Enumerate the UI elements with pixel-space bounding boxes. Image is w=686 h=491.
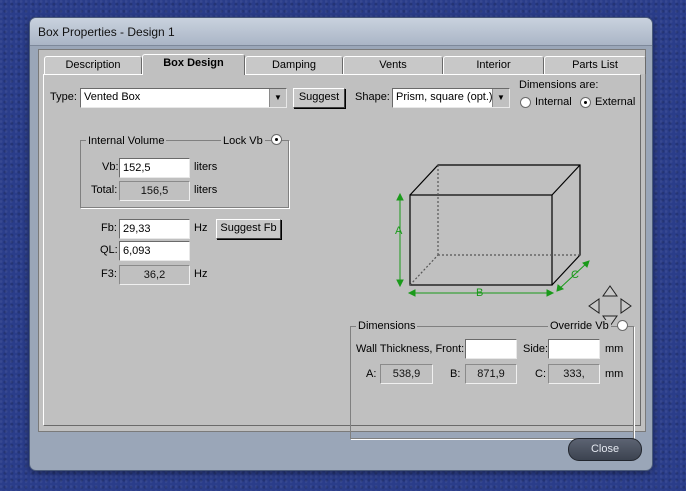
a-value: 538,9 (380, 364, 433, 384)
vb-label: Vb: (102, 161, 119, 173)
external-radio[interactable] (580, 97, 591, 108)
b-label: B: (450, 368, 461, 380)
f3-unit: Hz (194, 268, 208, 280)
b-value: 871,9 (465, 364, 517, 384)
dimensions-group-label: Dimensions (356, 320, 418, 332)
type-select[interactable]: Vented Box ▼ (80, 88, 287, 108)
fb-label: Fb: (101, 222, 117, 234)
box-properties-window: Box Properties - Design 1 Description Bo… (30, 18, 652, 470)
vb-unit: liters (194, 161, 218, 173)
type-value: Vented Box (84, 91, 141, 103)
box-diagram (396, 164, 590, 297)
dimension-c-marker: C (571, 269, 579, 281)
fb-unit: Hz (194, 222, 208, 234)
shape-select[interactable]: Prism, square (opt.) ▼ (392, 88, 510, 108)
wall-thickness-front-field[interactable] (465, 339, 517, 359)
f3-value: 36,2 (119, 265, 190, 285)
shape-label: Shape: (355, 91, 390, 103)
side-label: Side: (523, 343, 549, 355)
f3-label: F3: (101, 268, 117, 280)
override-vb-radio[interactable] (617, 320, 628, 331)
dimensions-are-label: Dimensions are: (519, 79, 599, 91)
a-label: A: (366, 368, 377, 380)
external-label: External (595, 96, 636, 108)
internal-radio[interactable] (520, 97, 531, 108)
mm-unit-2: mm (605, 368, 624, 380)
tab-description[interactable]: Description (44, 56, 142, 74)
vb-field[interactable]: 152,5 (119, 158, 190, 178)
tab-box-design[interactable]: Box Design (142, 54, 245, 75)
shape-value: Prism, square (opt.) (396, 91, 493, 103)
c-value: 333, (548, 364, 600, 384)
suggest-button[interactable]: Suggest (293, 88, 345, 108)
box-design-panel: Type: Vented Box ▼ Suggest Shape: Prism,… (43, 74, 641, 439)
tab-vents[interactable]: Vents (343, 56, 443, 74)
close-button[interactable]: Close (568, 438, 642, 461)
dialog-body: Description Box Design Damping Vents Int… (38, 49, 646, 439)
tab-parts-list[interactable]: Parts List (544, 56, 646, 74)
chevron-down-icon: ▼ (269, 89, 286, 107)
internal-volume-group-label: Internal Volume (86, 135, 167, 147)
dimension-b-marker: B (476, 287, 484, 299)
dimension-a-marker: A (395, 225, 403, 237)
override-vb-label: Override Vb (548, 320, 611, 332)
wall-thickness-front-label: Wall Thickness, Front: (356, 343, 465, 355)
internal-label: Internal (535, 96, 572, 108)
lock-vb-label: Lock Vb (221, 135, 265, 147)
lock-vb-radio[interactable] (271, 134, 282, 145)
title-bar[interactable]: Box Properties - Design 1 (30, 18, 652, 46)
chevron-down-icon: ▼ (492, 89, 509, 107)
total-unit: liters (194, 184, 218, 196)
ql-label: QL: (100, 244, 118, 256)
tab-interior[interactable]: Interior (443, 56, 544, 74)
c-label: C: (535, 368, 546, 380)
mm-unit: mm (605, 343, 624, 355)
side-field[interactable] (548, 339, 600, 359)
tab-damping[interactable]: Damping (245, 56, 343, 74)
suggest-fb-button[interactable]: Suggest Fb (216, 219, 281, 239)
total-value: 156,5 (119, 181, 190, 201)
window-title: Box Properties - Design 1 (38, 25, 175, 39)
total-label: Total: (91, 184, 118, 196)
fb-field[interactable]: 29,33 (119, 219, 190, 239)
ql-field[interactable]: 6,093 (119, 241, 190, 261)
type-label: Type: (50, 91, 77, 103)
